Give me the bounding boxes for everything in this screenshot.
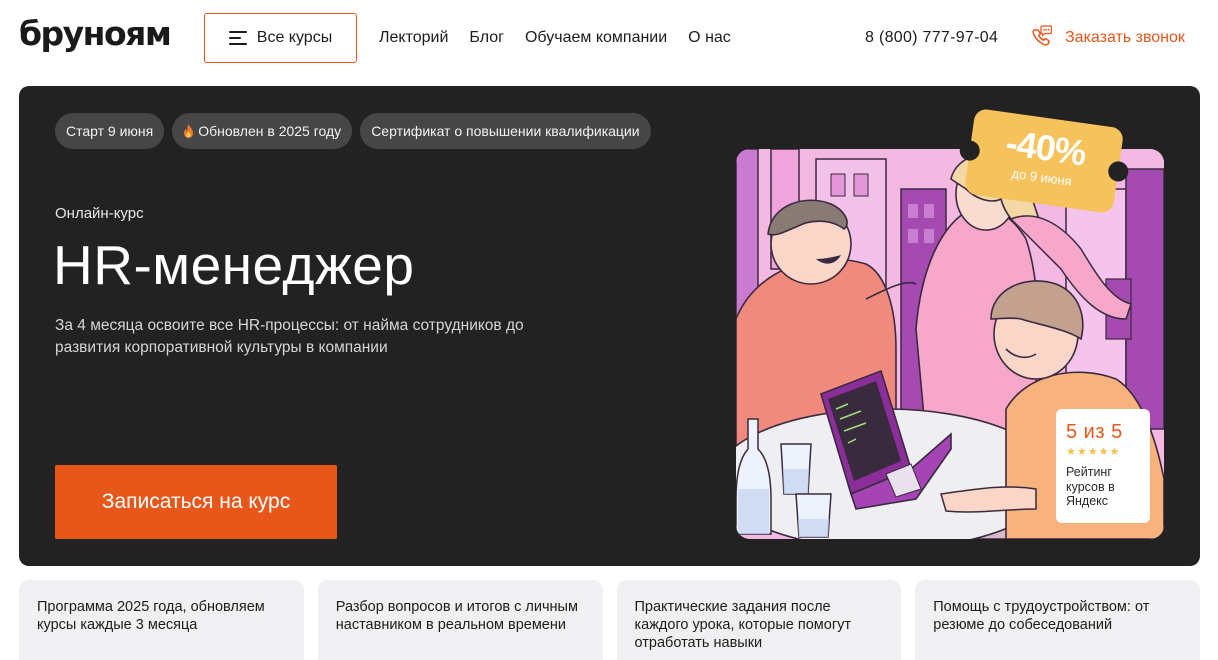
tag-start-date: Старт 9 июня (55, 113, 165, 149)
course-tags: Старт 9 июня Обновлен в 2025 году Сертиф… (55, 113, 651, 149)
nav-link-corporate[interactable]: Обучаем компании (525, 27, 667, 49)
callback-button[interactable]: Заказать звонок (1030, 22, 1185, 49)
phone-chat-icon (1032, 24, 1052, 45)
star-icon-row: ★★★★★ (1066, 446, 1121, 458)
tag-updated: Обновлен в 2025 году (172, 113, 353, 149)
all-courses-label: Все курсы (256, 29, 333, 46)
rating-label: Рейтинг курсов в Яндекс (1066, 465, 1115, 508)
course-description: За 4 месяца освоите все HR-процессы: от … (55, 317, 524, 356)
feature-card: Помощь с трудоустройством: от резюме до … (915, 580, 1200, 660)
rating-score: 5 из 5 (1066, 421, 1123, 443)
rating-card: 5 из 5 ★★★★★ Рейтинг курсов в Яндекс (1056, 409, 1150, 523)
nav-link-lectorium[interactable]: Лекторий (379, 27, 448, 49)
site-header: бруноям Все курсы Лекторий Блог Обучаем … (0, 0, 1218, 76)
callback-label: Заказать звонок (1065, 29, 1185, 46)
feature-card: Практические задания после каждого урока… (616, 580, 902, 660)
all-courses-button[interactable]: Все курсы (204, 13, 357, 63)
hero-banner: Старт 9 июня Обновлен в 2025 году Сертиф… (19, 86, 1200, 566)
course-title: HR-менеджер (53, 234, 415, 296)
course-type: Онлайн-курс (55, 205, 144, 222)
burger-icon (228, 31, 247, 45)
main-nav: Лекторий Блог Обучаем компании О нас (379, 27, 731, 49)
phone-number[interactable]: 8 (800) 777-97-04 (865, 27, 998, 49)
logo[interactable]: бруноям (19, 14, 172, 54)
nav-link-about[interactable]: О нас (688, 27, 731, 49)
feature-card: Программа 2025 года, обновляем курсы каж… (19, 580, 304, 660)
nav-link-blog[interactable]: Блог (469, 27, 504, 49)
feature-card: Разбор вопросов и итогов с личным настав… (317, 580, 603, 660)
discount-badge: -40% до 9 июня (958, 106, 1130, 216)
feature-list: Программа 2025 года, обновляем курсы каж… (19, 580, 1200, 660)
enroll-button[interactable]: Записаться на курс (55, 465, 337, 539)
tag-certificate: Сертификат о повышении квалификации (360, 113, 651, 149)
flame-icon (184, 124, 194, 138)
